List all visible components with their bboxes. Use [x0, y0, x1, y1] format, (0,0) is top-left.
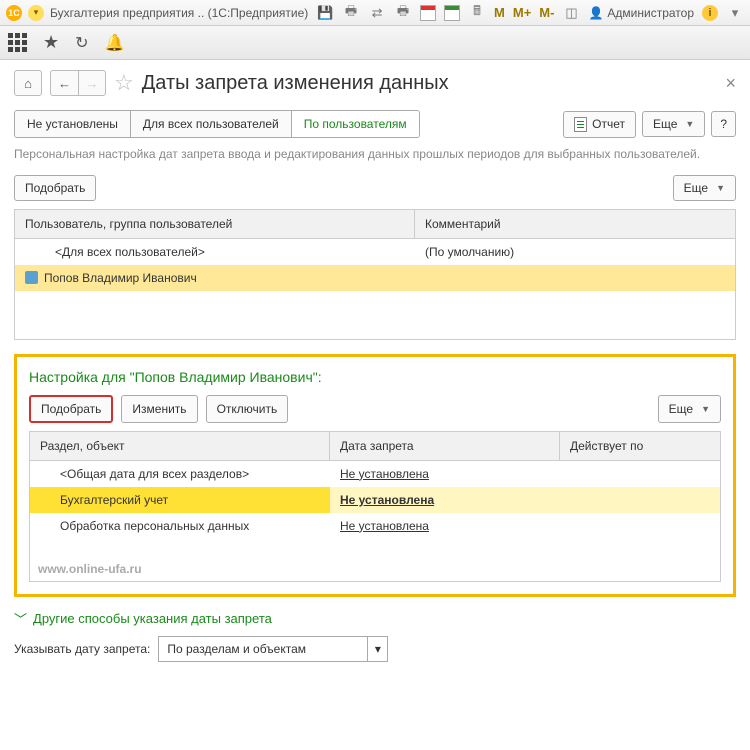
tab-all-users[interactable]: Для всех пользователей [131, 111, 292, 137]
col-comment-header[interactable]: Комментарий [415, 210, 735, 238]
settings-panel: Настройка для "Попов Владимир Иванович":… [14, 354, 736, 597]
print2-icon[interactable]: 🖶 [394, 4, 412, 22]
notifications-icon[interactable]: 🔔 [105, 33, 125, 53]
until-cell [560, 461, 720, 487]
panels-icon[interactable]: ◫ [562, 4, 580, 22]
table-row[interactable]: Бухгалтерский учет Не установлена [30, 487, 720, 513]
calculator-icon[interactable]: 🖩 [468, 4, 486, 22]
more-button-top[interactable]: Еще▼ [642, 111, 705, 137]
col-until-header[interactable]: Действует по [560, 432, 720, 460]
nav-forward-button[interactable]: → [78, 70, 106, 96]
app-menu-dropdown[interactable]: ▾ [28, 5, 44, 21]
report-button[interactable]: Отчет [563, 111, 636, 138]
users-more-button[interactable]: Еще▼ [673, 175, 736, 201]
date-cell[interactable]: Не установлена [330, 513, 560, 539]
info-icon[interactable]: i [702, 5, 718, 21]
user-cell: Попов Владимир Иванович [15, 265, 415, 291]
panel-bar: ★ ↻ 🔔 [0, 26, 750, 60]
apps-grid-icon[interactable] [8, 33, 27, 52]
tab-not-set[interactable]: Не установлены [15, 111, 131, 137]
favorite-star-icon[interactable]: ☆ [114, 70, 134, 96]
app-logo-icon: 1C [6, 5, 22, 21]
user-icon: 👤 [588, 6, 603, 20]
titlebar: 1C ▾ Бухгалтерия предприятия .. (1С:Пред… [0, 0, 750, 26]
favorites-icon[interactable]: ★ [43, 32, 59, 53]
watermark-text: www.online-ufa.ru [38, 562, 142, 576]
users-select-button[interactable]: Подобрать [14, 175, 96, 201]
settings-select-button[interactable]: Подобрать [29, 395, 113, 423]
calendar-green-icon[interactable] [444, 5, 460, 21]
date-mode-field-row: Указывать дату запрета: По разделам и об… [14, 636, 736, 662]
section-cell: Бухгалтерский учет [30, 487, 330, 513]
close-button[interactable]: × [725, 73, 736, 94]
settings-title: Настройка для "Попов Владимир Иванович": [29, 369, 721, 385]
settings-edit-button[interactable]: Изменить [121, 395, 197, 423]
nav-back-button[interactable]: ← [50, 70, 78, 96]
other-methods-toggle[interactable]: ﹀ Другие способы указания даты запрета [14, 609, 736, 628]
col-user-header[interactable]: Пользователь, группа пользователей [15, 210, 415, 238]
calendar-red-icon[interactable] [420, 5, 436, 21]
tab-by-users[interactable]: По пользователям [292, 111, 419, 137]
user-menu[interactable]: 👤Администратор [588, 6, 694, 20]
col-section-header[interactable]: Раздел, объект [30, 432, 330, 460]
settings-disable-button[interactable]: Отключить [206, 395, 289, 423]
help-text: Персональная настройка дат запрета ввода… [14, 146, 736, 163]
window-title: Бухгалтерия предприятия .. (1С:Предприят… [50, 6, 308, 20]
sections-table: Раздел, объект Дата запрета Действует по… [29, 431, 721, 582]
mode-segmented-control: Не установлены Для всех пользователей По… [14, 110, 420, 138]
page-header: ⌂ ← → ☆ Даты запрета изменения данных × [14, 70, 736, 96]
titlebar-dropdown-icon[interactable]: ▾ [726, 4, 744, 22]
comment-cell: (По умолчанию) [415, 239, 735, 265]
section-cell: <Общая дата для всех разделов> [30, 461, 330, 487]
page-title: Даты запрета изменения данных [142, 72, 449, 95]
history-icon[interactable]: ↻ [75, 33, 88, 53]
table-row[interactable]: <Общая дата для всех разделов> Не устано… [30, 461, 720, 487]
until-cell [560, 487, 720, 513]
col-date-header[interactable]: Дата запрета [330, 432, 560, 460]
date-mode-select[interactable]: По разделам и объектам ▾ [158, 636, 388, 662]
table-row[interactable]: Обработка персональных данных Не установ… [30, 513, 720, 539]
comment-cell [415, 265, 735, 291]
memory-mplus[interactable]: M+ [513, 5, 531, 20]
compare-icon[interactable]: ⇄ [368, 4, 386, 22]
section-cell: Обработка персональных данных [30, 513, 330, 539]
report-icon [574, 117, 587, 132]
chevron-down-icon[interactable]: ▾ [367, 637, 387, 661]
date-cell[interactable]: Не установлена [330, 487, 560, 513]
help-button[interactable]: ? [711, 111, 736, 137]
memory-m[interactable]: M [494, 5, 505, 20]
table-row[interactable]: Попов Владимир Иванович [15, 265, 735, 291]
user-item-icon [25, 271, 38, 284]
settings-more-button[interactable]: Еще▼ [658, 395, 721, 423]
save-disk-icon[interactable]: 💾 [316, 4, 334, 22]
table-row[interactable]: <Для всех пользователей> (По умолчанию) [15, 239, 735, 265]
user-cell: <Для всех пользователей> [15, 239, 415, 265]
memory-mminus[interactable]: M- [539, 5, 554, 20]
print-icon[interactable]: 🖶 [342, 4, 360, 22]
field-label: Указывать дату запрета: [14, 642, 150, 656]
until-cell [560, 513, 720, 539]
chevron-down-icon: ﹀ [14, 609, 27, 628]
select-value: По разделам и объектам [159, 637, 367, 661]
home-button[interactable]: ⌂ [14, 70, 42, 96]
users-table: Пользователь, группа пользователей Комме… [14, 209, 736, 340]
date-cell[interactable]: Не установлена [330, 461, 560, 487]
